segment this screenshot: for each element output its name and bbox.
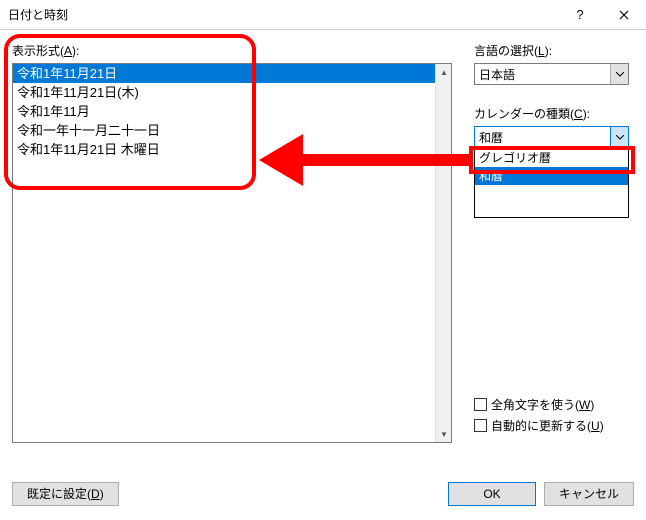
checkbox-icon <box>474 398 487 411</box>
calendar-dropdown-list: グレゴリオ暦 和暦 <box>474 148 629 218</box>
dialog-title: 日付と時刻 <box>8 6 558 23</box>
scrollbar[interactable]: ▲ ▼ <box>435 64 451 442</box>
dropdown-option[interactable]: 和暦 <box>475 167 628 185</box>
language-value: 日本語 <box>475 66 610 83</box>
scroll-up-icon[interactable]: ▲ <box>436 64 452 80</box>
format-pane: 表示形式(A): 令和1年11月21日 令和1年11月21日(木) 令和1年11… <box>12 42 452 443</box>
right-pane: 言語の選択(L): 日本語 カレンダーの種類(C): 和暦 グレゴリオ暦 和暦 … <box>474 42 634 148</box>
list-item[interactable]: 令和1年11月21日 木曜日 <box>13 140 435 159</box>
ok-button[interactable]: OK <box>448 482 536 506</box>
button-row: 既定に設定(D) OK キャンセル <box>12 482 634 506</box>
list-item[interactable]: 令和1年11月 <box>13 102 435 121</box>
list-item[interactable]: 令和1年11月21日 <box>13 64 435 83</box>
language-label: 言語の選択(L): <box>474 42 634 59</box>
fullwidth-checkbox-row[interactable]: 全角文字を使う(W) <box>474 396 634 413</box>
calendar-dropdown[interactable]: 和暦 グレゴリオ暦 和暦 <box>474 126 629 148</box>
calendar-value: 和暦 <box>475 129 610 146</box>
autoupdate-label: 自動的に更新する(U) <box>491 417 604 434</box>
dropdown-option[interactable]: グレゴリオ暦 <box>475 149 628 167</box>
set-default-button[interactable]: 既定に設定(D) <box>12 482 119 506</box>
scroll-down-icon[interactable]: ▼ <box>436 426 452 442</box>
language-dropdown[interactable]: 日本語 <box>474 63 629 85</box>
fullwidth-label: 全角文字を使う(W) <box>491 396 594 413</box>
titlebar: 日付と時刻 ? <box>0 0 646 30</box>
autoupdate-checkbox-row[interactable]: 自動的に更新する(U) <box>474 417 634 434</box>
list-item[interactable]: 令和1年11月21日(木) <box>13 83 435 102</box>
help-button[interactable]: ? <box>558 0 602 30</box>
checkbox-icon <box>474 419 487 432</box>
calendar-label: カレンダーの種類(C): <box>474 105 634 122</box>
dialog-content: 表示形式(A): 令和1年11月21日 令和1年11月21日(木) 令和1年11… <box>0 30 646 460</box>
format-label: 表示形式(A): <box>12 42 452 59</box>
close-button[interactable] <box>602 0 646 30</box>
format-listbox[interactable]: 令和1年11月21日 令和1年11月21日(木) 令和1年11月 令和一年十一月… <box>12 63 452 443</box>
close-icon <box>619 10 629 20</box>
cancel-button[interactable]: キャンセル <box>544 482 634 506</box>
list-item[interactable]: 令和一年十一月二十一日 <box>13 121 435 140</box>
chevron-down-icon <box>610 127 628 147</box>
chevron-down-icon <box>610 64 628 84</box>
